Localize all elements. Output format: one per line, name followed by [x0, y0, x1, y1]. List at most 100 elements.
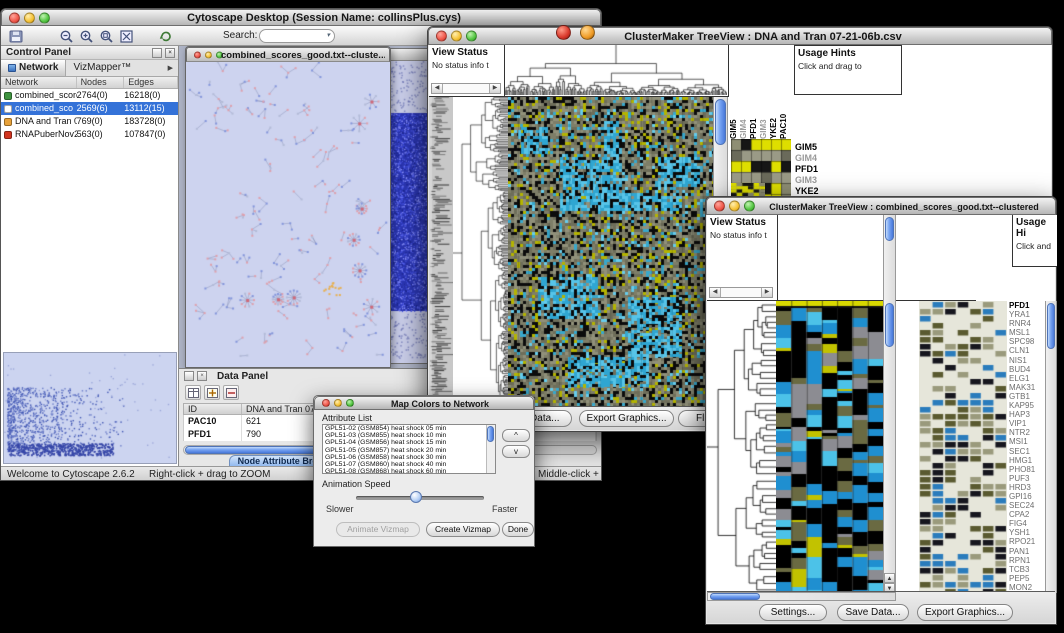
gene-label[interactable]: MAK31: [1009, 383, 1045, 392]
scrollbar-thumb[interactable]: [1047, 303, 1055, 349]
network-row-selected[interactable]: combined_sco 2569(6) 13112(15): [1, 102, 178, 115]
zoom-icon[interactable]: [744, 201, 755, 212]
scrollbar-thumb[interactable]: [885, 217, 894, 241]
attribute-list-item[interactable]: GPL51-05 (GSM857) heat shock 20 min: [323, 447, 495, 454]
scroll-up-icon[interactable]: ▲: [884, 573, 895, 583]
gene-label[interactable]: MSL1: [1009, 328, 1045, 337]
treeview-dna-titlebar[interactable]: ClusterMaker TreeView : DNA and Tran 07-…: [428, 27, 1052, 45]
dense-network-canvas[interactable]: [388, 61, 430, 363]
network-row[interactable]: DNA and Tran 07 769(0) 183728(0): [1, 115, 178, 128]
gene-label[interactable]: KAP95: [1009, 401, 1045, 410]
minimize-icon[interactable]: [451, 31, 462, 42]
gene-label[interactable]: SEC24: [1009, 501, 1045, 510]
move-down-button[interactable]: v: [502, 445, 530, 458]
gene-label[interactable]: HAP3: [1009, 410, 1045, 419]
scrollbar-thumb[interactable]: [885, 303, 894, 347]
hide-panel-icon[interactable]: ×: [165, 48, 175, 58]
more-tabs-icon[interactable]: ▶: [163, 60, 178, 76]
scroll-left-icon[interactable]: ◀: [432, 84, 443, 93]
column-dendrogram-canvas[interactable]: [505, 45, 727, 95]
dialog-titlebar[interactable]: Map Colors to Network: [314, 396, 534, 410]
gene-dendrogram-canvas[interactable]: [707, 301, 776, 593]
settings-button[interactable]: Settings...: [759, 604, 827, 621]
gene-list-vscrollbar[interactable]: [1045, 301, 1057, 593]
gene-tree-overview-canvas[interactable]: [429, 97, 453, 409]
main-titlebar[interactable]: Cytoscape Desktop (Session Name: collins…: [1, 9, 601, 26]
attribute-list-item[interactable]: GPL51-04 (GSM856) heat shock 15 min: [323, 439, 495, 446]
gene-label[interactable]: GTB1: [1009, 392, 1045, 401]
gene-label[interactable]: GPI16: [1009, 492, 1045, 501]
minimize-icon[interactable]: [334, 399, 342, 407]
gene-label[interactable]: VIP1: [1009, 419, 1045, 428]
birdseye-canvas[interactable]: [4, 353, 176, 463]
zoom-icon[interactable]: [39, 12, 50, 23]
gene-label[interactable]: GIM5: [795, 142, 823, 153]
attribute-select-icon[interactable]: [185, 385, 201, 400]
network-canvas[interactable]: [186, 62, 390, 367]
attribute-create-icon[interactable]: [204, 385, 220, 400]
gene-label[interactable]: CPA2: [1009, 510, 1045, 519]
attribute-list-item[interactable]: GPL51-08 (GSM868) heat shock 60 min: [323, 468, 495, 474]
heatmap-canvas[interactable]: [508, 97, 713, 409]
gene-label[interactable]: CLN1: [1009, 346, 1045, 355]
mini-scrollbar[interactable]: ◀ ▶: [709, 287, 773, 298]
zoom-heatmap-small-canvas[interactable]: [731, 183, 765, 196]
attribute-list-item[interactable]: GPL51-02 (GSM854) heat shock 05 min: [323, 425, 495, 432]
zoom-out-icon[interactable]: [57, 28, 75, 44]
gene-label[interactable]: YRA1: [1009, 310, 1045, 319]
combo-arrow-icon[interactable]: ▾: [326, 31, 330, 39]
close-icon[interactable]: [714, 201, 725, 212]
gene-label[interactable]: PUF3: [1009, 474, 1045, 483]
gene-label[interactable]: ELG1: [1009, 374, 1045, 383]
zoom-icon[interactable]: [346, 399, 354, 407]
gene-label[interactable]: YSH1: [1009, 528, 1045, 537]
gene-label[interactable]: FIG4: [1009, 519, 1045, 528]
close-icon[interactable]: [322, 399, 330, 407]
minimize-icon[interactable]: [24, 12, 35, 23]
tab-vizmapper[interactable]: VizMapper™: [66, 60, 138, 76]
gene-label[interactable]: PFD1: [795, 164, 823, 175]
scroll-right-icon[interactable]: ▶: [761, 288, 772, 297]
gene-dendrogram-canvas[interactable]: [453, 97, 508, 409]
scroll-left-icon[interactable]: ◀: [710, 288, 721, 297]
minimize-icon[interactable]: [729, 201, 740, 212]
gene-label[interactable]: PHO81: [1009, 465, 1045, 474]
mini-scrollbar[interactable]: ◀ ▶: [431, 83, 501, 94]
heatmap-vscrollbar[interactable]: ▲ ▼: [883, 301, 896, 593]
close-icon[interactable]: [194, 51, 201, 58]
gene-label[interactable]: HMG1: [1009, 456, 1045, 465]
hide-panel-icon[interactable]: ×: [197, 371, 207, 381]
gene-label[interactable]: RPN1: [1009, 556, 1045, 565]
minimize-icon[interactable]: [205, 51, 212, 58]
gene-label[interactable]: GIM3: [795, 175, 823, 186]
scrollbar-thumb[interactable]: [715, 99, 726, 145]
done-button[interactable]: Done: [502, 522, 534, 537]
close-icon[interactable]: [436, 31, 447, 42]
gene-label[interactable]: BUD4: [1009, 365, 1045, 374]
scrollbar-thumb[interactable]: [487, 426, 494, 442]
save-data-button[interactable]: Save Data...: [837, 604, 909, 621]
gene-label[interactable]: PEP5: [1009, 574, 1045, 583]
refresh-view-icon[interactable]: [157, 28, 175, 44]
export-graphics-button[interactable]: Export Graphics...: [579, 410, 674, 427]
zoom-fit-icon[interactable]: [117, 28, 135, 44]
gene-label[interactable]: PAN1: [1009, 547, 1045, 556]
export-graphics-button[interactable]: Export Graphics...: [917, 604, 1013, 621]
close-icon[interactable]: [9, 12, 20, 23]
gene-label[interactable]: NIS1: [1009, 356, 1045, 365]
search-input[interactable]: ▾: [259, 29, 335, 43]
network-row[interactable]: combined_scores 2764(0) 16218(0): [1, 89, 178, 102]
plugin-red-circle-icon[interactable]: [556, 25, 571, 40]
zoom-in-icon[interactable]: [77, 28, 95, 44]
birdseye-view[interactable]: [3, 352, 177, 464]
column-vscrollbar[interactable]: [883, 215, 896, 301]
zoom-icon[interactable]: [466, 31, 477, 42]
attribute-list-item[interactable]: GPL51-06 (GSM858) heat shock 30 min: [323, 454, 495, 461]
attribute-delete-icon[interactable]: [223, 385, 239, 400]
plugin-orange-circle-icon[interactable]: [580, 25, 595, 40]
treeview-combined-titlebar[interactable]: ClusterMaker TreeView : combined_scores_…: [706, 197, 1056, 215]
gene-label[interactable]: NTR2: [1009, 428, 1045, 437]
animate-vizmap-button[interactable]: Animate Vizmap: [336, 522, 420, 537]
attribute-list-vscrollbar[interactable]: [486, 425, 495, 473]
gene-label[interactable]: SPC98: [1009, 337, 1045, 346]
